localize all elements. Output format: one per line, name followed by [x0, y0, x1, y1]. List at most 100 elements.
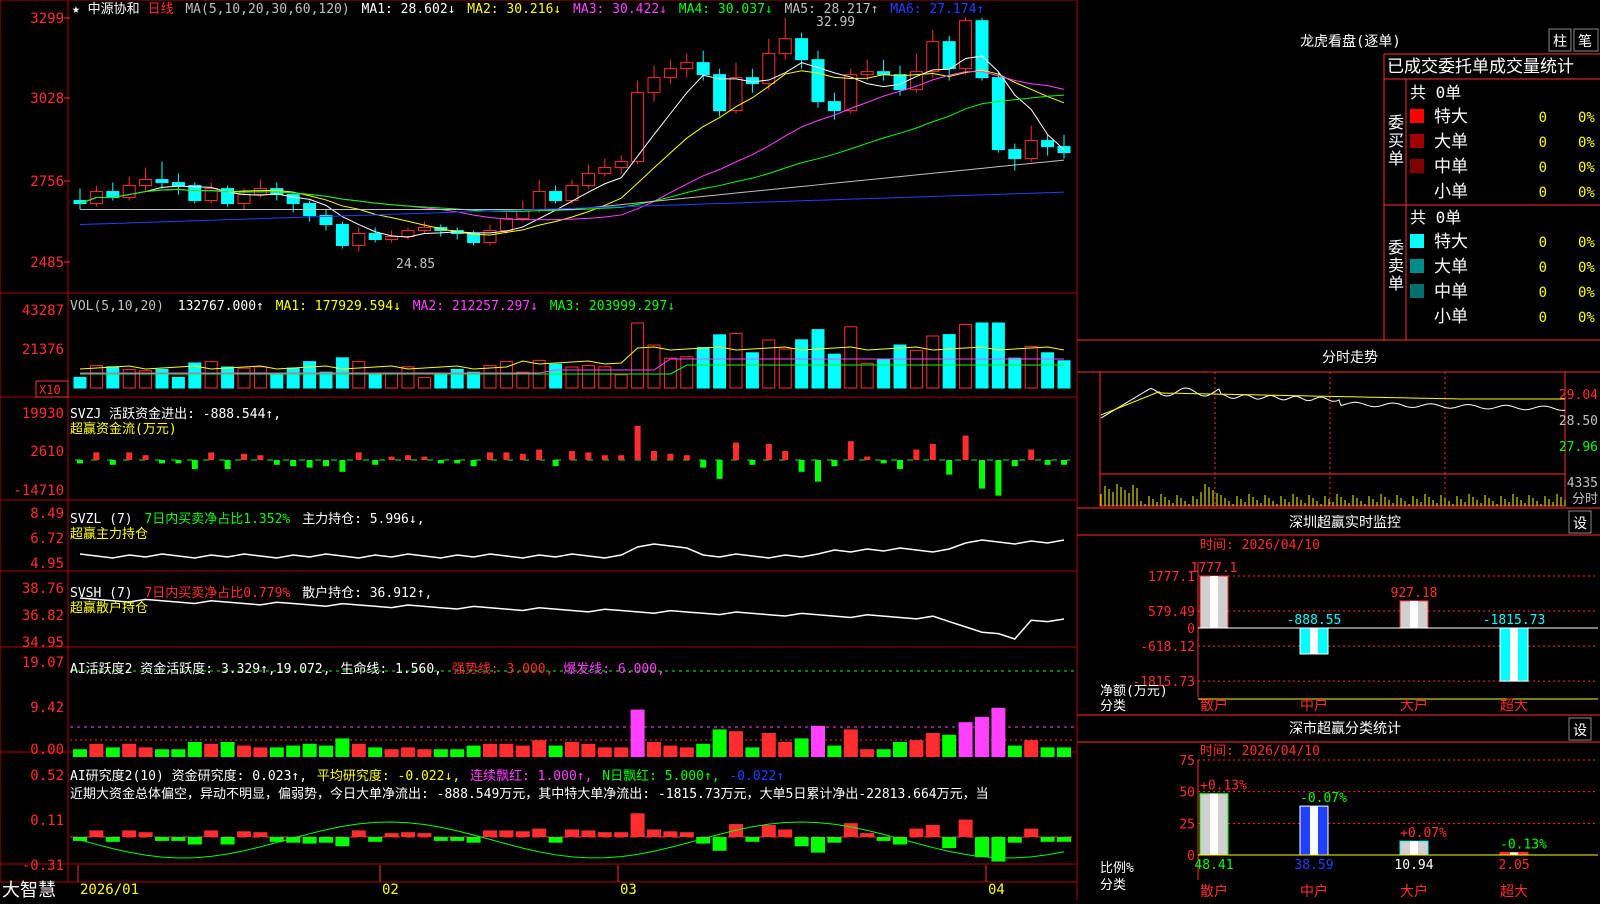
ai-active-bar [1057, 747, 1071, 757]
sell-side-char: 单 [1388, 274, 1404, 293]
svzj-bar [667, 453, 674, 460]
ai-active-bar [975, 716, 989, 757]
classify-category: 大户 [1400, 883, 1428, 900]
candle-body [713, 74, 727, 112]
candle-body [532, 191, 546, 211]
svzj-bar [831, 460, 838, 467]
ai-active-bar [466, 745, 481, 757]
svzj-bar [897, 460, 903, 469]
ai-active-y-tick: 0.00 [30, 742, 64, 758]
sell-row-count: 0 [1539, 310, 1547, 326]
candle-body [581, 173, 595, 187]
ai-research-bar [597, 832, 612, 837]
volume-bar [352, 361, 366, 389]
candle[interactable] [991, 71, 1005, 153]
ai-research-bar [450, 837, 465, 841]
ai-research-y-tick: 0.11 [30, 813, 64, 829]
ai-research-bar [433, 837, 448, 841]
candle-body [352, 233, 366, 247]
candle[interactable] [959, 17, 973, 75]
volume-bar [1024, 345, 1038, 389]
volume-bar [893, 344, 907, 389]
volume-bar [204, 361, 218, 389]
ai-research-bar [614, 832, 629, 837]
sell-row-name: 中单 [1434, 282, 1468, 302]
classify-y-tick: 75 [1179, 754, 1195, 769]
ai-research-bar [827, 837, 842, 843]
svzj-bar [864, 456, 871, 460]
candle-body [1008, 149, 1022, 160]
candle-body [860, 71, 874, 76]
stock-terminal: 3299 3028 2756 2485 32.99 24.85 43287 21376 19… [0, 0, 1600, 901]
ai-active-bar [811, 725, 825, 757]
ai-research-bar [532, 828, 547, 837]
svzj-bar [487, 452, 493, 460]
ai-research-bar [679, 832, 694, 837]
monitor-bar-value: 927.18 [1391, 586, 1438, 601]
svzl-y-tick: 4.95 [30, 556, 64, 572]
ai-research-bar [581, 830, 596, 837]
ai-research-bar [761, 825, 776, 837]
ai-active-bar [1007, 745, 1022, 757]
candle[interactable] [811, 50, 825, 108]
svzj-bar [552, 460, 559, 467]
sell-total: 共 0单 [1410, 208, 1461, 227]
sell-row-name: 大单 [1434, 257, 1468, 277]
ai-active-bar [155, 749, 169, 757]
ai-research-bar [663, 831, 678, 837]
ai-research-bar [565, 829, 579, 837]
volume-bar [434, 372, 448, 389]
svzj-bar [109, 460, 116, 465]
volume-bar [89, 365, 103, 389]
candle-body [237, 194, 251, 205]
volume-bar [171, 376, 185, 389]
candle[interactable] [188, 182, 202, 204]
ai-active-bar [450, 749, 465, 757]
high-price-label: 32.99 [816, 15, 855, 30]
ai-research-bar [630, 813, 645, 837]
volume-bar [991, 322, 1005, 389]
volume-bar [631, 322, 645, 389]
sell-color-swatch [1410, 259, 1424, 273]
ai-active-bar [351, 743, 366, 757]
ai-active-bar [548, 745, 563, 757]
svzj-bar [651, 451, 657, 460]
svzj-bar [1044, 460, 1051, 465]
ai-active-y-tick: 9.42 [30, 700, 64, 716]
x-axis-label: 04 [988, 882, 1005, 898]
monitor-category: 散户 [1200, 697, 1228, 714]
candle[interactable] [335, 221, 349, 249]
monitor-bar-shine [1210, 576, 1218, 628]
classify-change-label: -0.07% [1300, 791, 1347, 806]
candle[interactable] [713, 68, 727, 117]
buy-color-swatch [1410, 109, 1424, 123]
volume-bar [778, 348, 792, 389]
period-label: 日线 [148, 2, 174, 17]
svzj-bar [536, 449, 543, 460]
svzj-line1: SVZJ 活跃资金进出: -888.544↑, [70, 406, 281, 422]
svzj-bar [519, 453, 526, 460]
svg-text:SVZL (7) 7日内买卖净占比1.352%: SVZL (7) 7日内买卖净占比1.352% 主力持仓: 5.996↓, [70, 511, 425, 527]
buy-row-count: 0 [1539, 185, 1547, 201]
vol-unit: X10 [39, 383, 61, 397]
svzj-bar [93, 452, 100, 460]
sell-side-char: 委 [1388, 238, 1404, 257]
stock-name: 中源协和 [88, 2, 140, 17]
svg-text:AI活跃度2 资金活跃度: 3.329↑,19.072,: AI活跃度2 资金活跃度: 3.329↑,19.072, 生命线: 1.560,… [70, 661, 665, 677]
volume-bar [122, 369, 136, 389]
intraday-y-tick: 28.50 [1559, 414, 1598, 429]
volume-bar [270, 374, 284, 389]
ai-research-bar [187, 837, 202, 845]
ai-research-comment: 近期大资金总体偏空，异动不明显，偏弱势，今日大单净流出: -888.549万元，… [70, 786, 989, 802]
ai-research-bar [237, 831, 251, 837]
ai-research-bar [220, 837, 235, 845]
vol-ma2: MA2: 212257.297↓ [413, 299, 538, 314]
candle[interactable] [221, 185, 235, 207]
ai-research-bar [319, 837, 333, 843]
candle-body [401, 230, 415, 238]
candle[interactable] [631, 80, 645, 165]
monitor-bar-shine [1310, 628, 1318, 654]
monitor-bar-shine [1510, 628, 1518, 682]
candle-body [696, 62, 710, 76]
ai-active-bar [843, 729, 858, 757]
